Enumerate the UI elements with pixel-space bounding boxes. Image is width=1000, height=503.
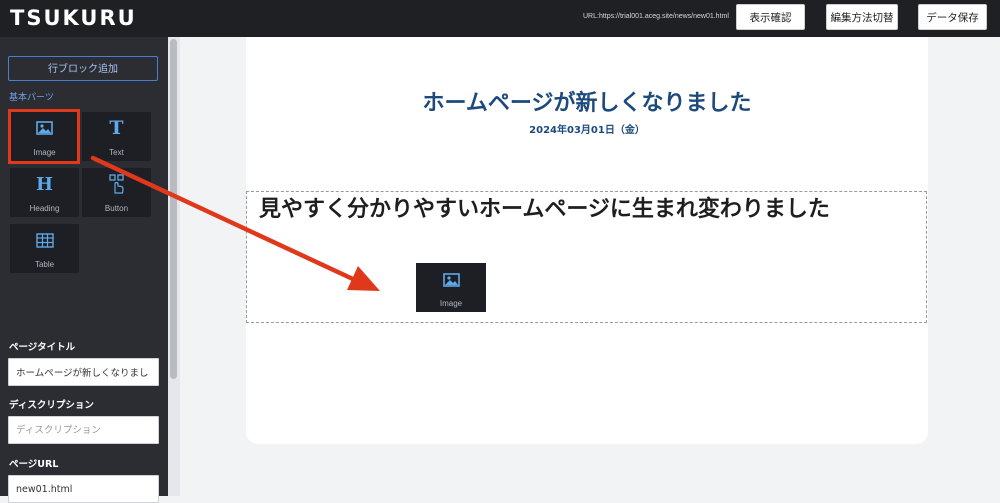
app-logo: TSUKURU (10, 6, 137, 30)
page-title-input[interactable] (8, 358, 159, 386)
button-icon (82, 174, 151, 194)
part-image-label: Image (33, 148, 56, 157)
heading-icon: H (35, 173, 53, 195)
page-title-label: ページタイトル (9, 342, 76, 353)
part-table[interactable]: Table (10, 224, 79, 273)
image-icon (416, 270, 486, 290)
page-url-display: URL:https://trial001.aceg.site/news/new0… (583, 13, 729, 20)
part-image[interactable]: Image (10, 112, 79, 161)
text-icon: T (109, 117, 124, 139)
article-title[interactable]: ホームページが新しくなりました (246, 85, 928, 117)
page-canvas: ホームページが新しくなりました 2024年03月01日（金） 見やすく分かりやす… (246, 37, 928, 444)
dragged-image-part[interactable]: Image (416, 263, 486, 312)
part-button[interactable]: Button (82, 168, 151, 217)
page-url-input[interactable] (8, 475, 159, 503)
page-url-label: ページURL (9, 459, 59, 470)
basic-parts-label: 基本パーツ (9, 93, 54, 103)
part-text-label: Text (109, 148, 124, 157)
row-block[interactable]: 見やすく分かりやすいホームページに生まれ変わりました Image (246, 191, 927, 323)
part-button-label: Button (104, 204, 129, 213)
article-date[interactable]: 2024年03月01日（金） (246, 121, 928, 136)
image-icon (10, 118, 79, 138)
dragged-image-label: Image (439, 299, 463, 308)
part-text[interactable]: T Text (82, 112, 151, 161)
preview-button[interactable]: 表示確認 (736, 4, 805, 30)
part-heading[interactable]: H Heading (10, 168, 79, 217)
sidebar-scrollbar-thumb[interactable] (170, 39, 177, 379)
part-table-label: Table (34, 260, 55, 269)
block-heading[interactable]: 見やすく分かりやすいホームページに生まれ変わりました (259, 194, 919, 225)
add-row-block-button[interactable]: 行ブロック追加 (8, 56, 158, 81)
table-icon (10, 230, 79, 250)
sidebar-scrollbar[interactable] (168, 37, 180, 496)
save-data-button[interactable]: データ保存 (918, 4, 987, 30)
description-input[interactable] (8, 416, 159, 444)
switch-edit-mode-button[interactable]: 編集方法切替 (826, 4, 898, 30)
top-bar: TSUKURU URL:https://trial001.aceg.site/n… (0, 0, 1000, 37)
description-label: ディスクリプション (9, 400, 94, 411)
part-heading-label: Heading (29, 204, 60, 213)
sidebar: 行ブロック追加 基本パーツ Image T Text H Heading But… (0, 37, 168, 503)
